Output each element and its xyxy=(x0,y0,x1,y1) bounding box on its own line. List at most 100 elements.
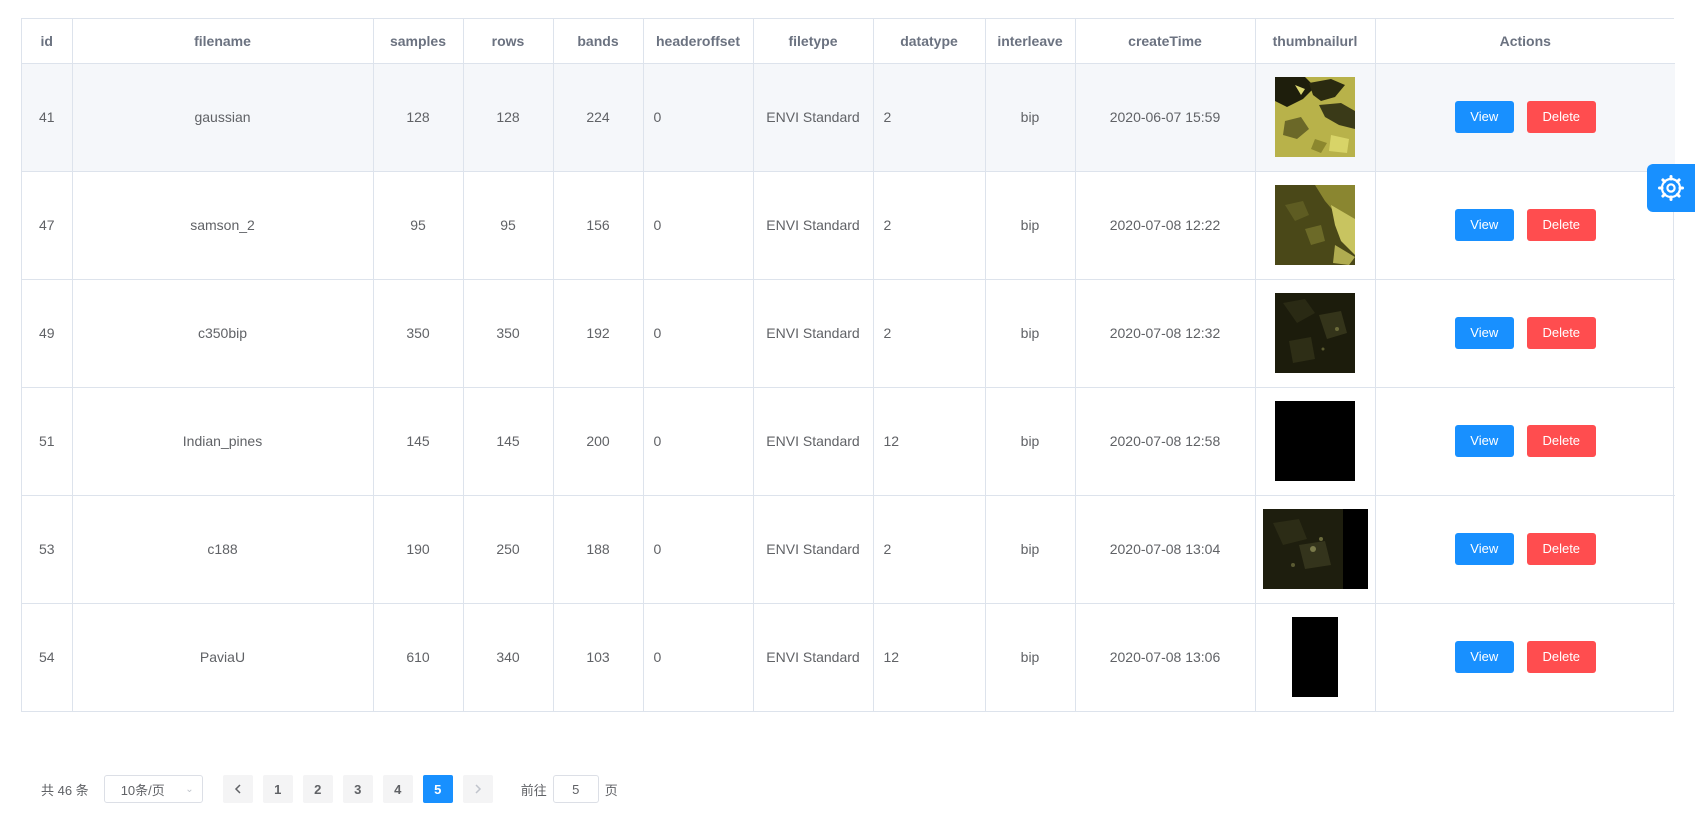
prev-page-button[interactable] xyxy=(222,775,253,803)
cell-interleave: bip xyxy=(985,387,1076,496)
table-row[interactable]: 51 Indian_pines 145 145 200 0 ENVI Stand… xyxy=(22,387,1675,496)
cell-datatype: 2 xyxy=(873,279,986,388)
view-button[interactable]: View xyxy=(1454,101,1514,133)
cell-filetype: ENVI Standard xyxy=(753,279,874,388)
cell-actions: View Delete xyxy=(1375,387,1675,496)
cell-datatype: 2 xyxy=(873,63,986,172)
cell-headeroffset: 0 xyxy=(643,63,754,172)
cell-interleave: bip xyxy=(985,279,1076,388)
delete-button[interactable]: Delete xyxy=(1526,317,1596,349)
cell-filetype: ENVI Standard xyxy=(753,603,874,711)
delete-button[interactable]: Delete xyxy=(1526,101,1596,133)
cell-rows: 128 xyxy=(463,63,554,172)
cell-thumbnail xyxy=(1255,603,1376,711)
table-row[interactable]: 47 samson_2 95 95 156 0 ENVI Standard 2 … xyxy=(22,171,1675,280)
cell-thumbnail xyxy=(1255,279,1376,388)
cell-actions: View Delete xyxy=(1375,603,1675,711)
cell-id: 41 xyxy=(22,63,73,172)
thumbnail-image xyxy=(1275,293,1355,373)
table-header-row: id filename samples rows bands headeroff… xyxy=(22,19,1675,64)
cell-createtime: 2020-07-08 12:58 xyxy=(1075,387,1256,496)
cell-bands: 156 xyxy=(553,171,644,280)
gear-icon xyxy=(1658,175,1684,201)
page-button-3[interactable]: 3 xyxy=(342,775,373,803)
table-row[interactable]: 49 c350bip 350 350 192 0 ENVI Standard 2… xyxy=(22,279,1675,388)
cell-actions: View Delete xyxy=(1375,495,1675,604)
column-header-createtime[interactable]: createTime xyxy=(1075,19,1256,64)
pagination: 共 46 条 10条/页 ⌄ 1 2 3 4 5 前往 页 xyxy=(41,775,618,803)
cell-interleave: bip xyxy=(985,171,1076,280)
view-button[interactable]: View xyxy=(1454,425,1514,457)
cell-interleave: bip xyxy=(985,603,1076,711)
cell-filetype: ENVI Standard xyxy=(753,171,874,280)
column-header-headeroffset[interactable]: headeroffset xyxy=(643,19,754,64)
column-header-bands[interactable]: bands xyxy=(553,19,644,64)
column-header-datatype[interactable]: datatype xyxy=(873,19,986,64)
cell-thumbnail xyxy=(1255,495,1376,604)
page-button-2[interactable]: 2 xyxy=(302,775,333,803)
column-header-thumbnailurl[interactable]: thumbnailurl xyxy=(1255,19,1376,64)
settings-tab[interactable] xyxy=(1647,164,1695,212)
view-button[interactable]: View xyxy=(1454,533,1514,565)
cell-filename: c188 xyxy=(72,495,374,604)
thumbnail-image xyxy=(1275,185,1355,265)
thumbnail-image xyxy=(1275,77,1355,157)
view-button[interactable]: View xyxy=(1454,209,1514,241)
page-button-4[interactable]: 4 xyxy=(382,775,413,803)
cell-headeroffset: 0 xyxy=(643,171,754,280)
column-header-actions: Actions xyxy=(1375,19,1675,64)
cell-actions: View Delete xyxy=(1375,171,1675,280)
pagination-total: 共 46 条 xyxy=(41,782,89,798)
table-row[interactable]: 53 c188 190 250 188 0 ENVI Standard 2 bi… xyxy=(22,495,1675,604)
column-header-filename[interactable]: filename xyxy=(72,19,374,64)
column-header-id[interactable]: id xyxy=(22,19,73,64)
cell-rows: 340 xyxy=(463,603,554,711)
delete-button[interactable]: Delete xyxy=(1526,425,1596,457)
cell-thumbnail xyxy=(1255,171,1376,280)
page-button-5[interactable]: 5 xyxy=(422,775,453,803)
column-header-rows[interactable]: rows xyxy=(463,19,554,64)
cell-datatype: 2 xyxy=(873,495,986,604)
goto-prefix: 前往 xyxy=(520,782,547,798)
goto-page-input[interactable] xyxy=(552,775,599,803)
cell-headeroffset: 0 xyxy=(643,495,754,604)
cell-filetype: ENVI Standard xyxy=(753,387,874,496)
cell-bands: 103 xyxy=(553,603,644,711)
column-header-interleave[interactable]: interleave xyxy=(985,19,1076,64)
cell-createtime: 2020-07-08 12:22 xyxy=(1075,171,1256,280)
cell-rows: 250 xyxy=(463,495,554,604)
cell-filename: samson_2 xyxy=(72,171,374,280)
delete-button[interactable]: Delete xyxy=(1526,209,1596,241)
thumbnail-image xyxy=(1292,617,1338,698)
cell-filename: PaviaU xyxy=(72,603,374,711)
cell-filetype: ENVI Standard xyxy=(753,63,874,172)
cell-rows: 145 xyxy=(463,387,554,496)
delete-button[interactable]: Delete xyxy=(1526,533,1596,565)
cell-bands: 200 xyxy=(553,387,644,496)
data-table: id filename samples rows bands headeroff… xyxy=(21,18,1675,712)
delete-button[interactable]: Delete xyxy=(1526,641,1596,674)
cell-headeroffset: 0 xyxy=(643,279,754,388)
cell-datatype: 2 xyxy=(873,171,986,280)
cell-interleave: bip xyxy=(985,495,1076,604)
cell-id: 49 xyxy=(22,279,73,388)
cell-rows: 350 xyxy=(463,279,554,388)
page-size-value: 10条/页 xyxy=(120,782,165,798)
cell-samples: 190 xyxy=(373,495,464,604)
page-size-select[interactable]: 10条/页 ⌄ xyxy=(103,775,203,803)
thumbnail-image xyxy=(1275,401,1355,481)
column-header-filetype[interactable]: filetype xyxy=(753,19,874,64)
cell-thumbnail xyxy=(1255,387,1376,496)
table-row[interactable]: 41 gaussian 128 128 224 0 ENVI Standard … xyxy=(22,63,1675,172)
page-jumper: 前往 页 xyxy=(521,775,618,803)
view-button[interactable]: View xyxy=(1454,641,1514,674)
cell-actions: View Delete xyxy=(1375,63,1675,172)
page-button-1[interactable]: 1 xyxy=(262,775,293,803)
next-page-button[interactable] xyxy=(462,775,493,803)
column-header-samples[interactable]: samples xyxy=(373,19,464,64)
cell-filename: c350bip xyxy=(72,279,374,388)
view-button[interactable]: View xyxy=(1454,317,1514,349)
table-row[interactable]: 54 PaviaU 610 340 103 0 ENVI Standard 12… xyxy=(22,603,1675,711)
cell-samples: 610 xyxy=(373,603,464,711)
cell-filename: gaussian xyxy=(72,63,374,172)
